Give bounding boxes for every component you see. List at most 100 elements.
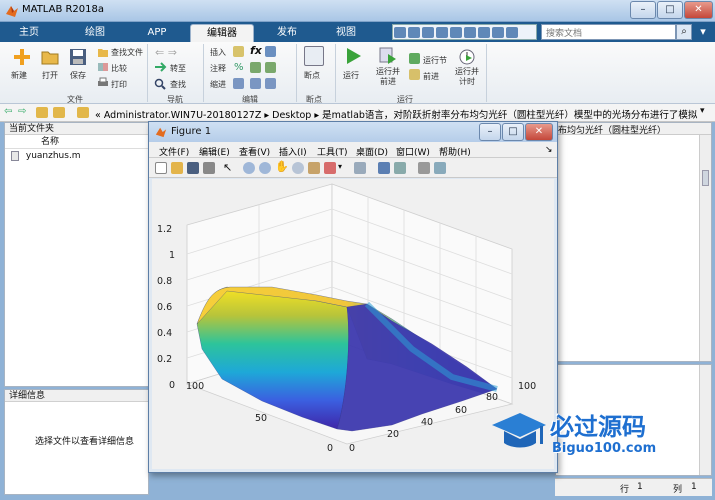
tab-apps[interactable]: APP	[132, 24, 182, 42]
breakpoints-icon[interactable]	[304, 46, 324, 66]
new-button[interactable]: 新建	[11, 70, 27, 81]
hide-plot-tools-icon[interactable]	[418, 162, 430, 174]
show-plot-tools-icon[interactable]	[434, 162, 446, 174]
name-column-header[interactable]: 名称	[5, 135, 148, 149]
back-forward-icon[interactable]: ⇐ ⇒	[155, 46, 177, 59]
run-button[interactable]: 运行	[343, 70, 359, 81]
list-item[interactable]: yuanzhus.m	[5, 149, 148, 163]
tab-home[interactable]: 主页	[4, 24, 54, 42]
help-icon[interactable]	[492, 27, 504, 38]
tab-publish[interactable]: 发布	[262, 24, 312, 42]
menu-view[interactable]: 查看(V)	[239, 145, 270, 158]
brush-dropdown-icon[interactable]: ▾	[338, 162, 342, 171]
indent-icon[interactable]	[250, 78, 261, 89]
zoom-out-icon[interactable]	[259, 162, 271, 174]
goto-button[interactable]: 转至	[170, 63, 186, 74]
open-button[interactable]: 打开	[42, 70, 58, 81]
forward-icon[interactable]: ⇨	[18, 106, 26, 117]
back-icon[interactable]: ⇦	[4, 106, 12, 117]
rotate-3d-icon[interactable]	[292, 162, 304, 174]
save-button[interactable]: 保存	[70, 70, 86, 81]
tab-plots[interactable]: 绘图	[70, 24, 120, 42]
path-dropdown-icon[interactable]: ▾	[700, 106, 705, 116]
comment-percent-icon[interactable]: %	[234, 62, 244, 73]
outdent-icon[interactable]	[265, 78, 276, 89]
insert-colorbar-icon[interactable]	[378, 162, 390, 174]
run-and-advance-icon[interactable]	[378, 46, 398, 66]
figure-maximize-button[interactable]: □	[502, 123, 524, 141]
browse-folder-icon[interactable]	[53, 107, 65, 118]
menu-desktop[interactable]: 桌面(D)	[356, 145, 388, 158]
undo-icon[interactable]	[450, 27, 462, 38]
run-section-button[interactable]: 运行节	[423, 55, 447, 66]
redo-icon[interactable]	[464, 27, 476, 38]
menu-window[interactable]: 窗口(W)	[396, 145, 430, 158]
brush-icon[interactable]	[324, 162, 336, 174]
save-disk-icon[interactable]	[68, 47, 88, 67]
scrollbar-thumb[interactable]	[702, 170, 709, 186]
figure-close-button[interactable]: ✕	[525, 123, 553, 141]
pan-icon[interactable]: ✋	[275, 160, 289, 173]
search-icon[interactable]: ⌕	[676, 24, 692, 40]
paste-icon[interactable]	[436, 27, 448, 38]
editor-scrollbar[interactable]	[699, 135, 711, 361]
run-icon[interactable]	[343, 46, 363, 66]
run-and-advance-button[interactable]: 运行并 前进	[376, 67, 400, 87]
advance-icon[interactable]	[409, 69, 420, 80]
link-plot-icon[interactable]	[354, 162, 366, 174]
menu-help[interactable]: 帮助(H)	[439, 145, 471, 158]
menu-file[interactable]: 文件(F)	[159, 145, 189, 158]
comment-button[interactable]: 注释	[210, 63, 226, 74]
copy-icon[interactable]	[422, 27, 434, 38]
run-section-icon[interactable]	[409, 53, 420, 64]
save-figure-icon[interactable]	[187, 162, 199, 174]
search-documentation-input[interactable]: 搜索文档	[541, 24, 676, 40]
edit-plot-icon[interactable]: ↖	[223, 161, 232, 174]
uncomment-icon[interactable]	[250, 62, 261, 73]
menu-edit[interactable]: 编辑(E)	[199, 145, 230, 158]
print-figure-icon[interactable]	[203, 162, 215, 174]
advance-button[interactable]: 前进	[423, 71, 439, 82]
breakpoints-button[interactable]: 断点	[304, 70, 320, 81]
menu-insert[interactable]: 插入(I)	[279, 145, 307, 158]
print-button[interactable]: 打印	[111, 79, 127, 90]
data-cursor-icon[interactable]	[308, 162, 320, 174]
tab-view[interactable]: 视图	[318, 24, 374, 42]
help-dropdown-icon[interactable]: ▾	[695, 24, 711, 40]
smart-indent-icon[interactable]	[233, 78, 244, 89]
fx-icon[interactable]: fx	[250, 44, 262, 57]
switch-windows-icon[interactable]	[478, 27, 490, 38]
zoom-in-icon[interactable]	[243, 162, 255, 174]
find-files-button[interactable]: 查找文件	[111, 47, 143, 58]
close-button[interactable]: ✕	[684, 1, 713, 19]
dropdown-icon[interactable]	[506, 27, 518, 38]
open-folder-icon[interactable]	[40, 47, 60, 67]
menu-tools[interactable]: 工具(T)	[317, 145, 348, 158]
run-and-time-icon[interactable]	[457, 46, 477, 66]
minimize-button[interactable]: –	[630, 1, 656, 19]
new-icon[interactable]	[12, 47, 32, 67]
indent-button[interactable]: 缩进	[210, 79, 226, 90]
insert-legend-icon[interactable]	[394, 162, 406, 174]
dock-arrow-icon[interactable]: ↘	[545, 145, 553, 155]
new-figure-icon[interactable]	[155, 162, 167, 174]
editor-panel: 布均匀光纤（圆柱型光纤）	[555, 122, 712, 362]
figure-minimize-button[interactable]: –	[479, 123, 501, 141]
quick-access-toolbar[interactable]	[392, 24, 537, 40]
tab-editor[interactable]: 编辑器	[190, 24, 254, 42]
insert-button[interactable]: 插入	[210, 47, 226, 58]
insert-section-icon[interactable]	[233, 46, 244, 57]
cut-icon[interactable]	[408, 27, 420, 38]
editor-tab[interactable]: 布均匀光纤（圆柱型光纤）	[556, 123, 711, 135]
wrap-comments-icon[interactable]	[265, 62, 276, 73]
run-and-time-button[interactable]: 运行并 计时	[455, 67, 479, 87]
up-folder-icon[interactable]	[36, 107, 48, 118]
maximize-button[interactable]: □	[657, 1, 683, 19]
compare-button[interactable]: 比较	[111, 63, 127, 74]
current-folder-path[interactable]: « Administrator.WIN7U-20180127Z ▸ Deskto…	[95, 107, 697, 121]
find-button[interactable]: 查找	[170, 79, 186, 90]
save-icon[interactable]	[394, 27, 406, 38]
open-file-icon[interactable]	[171, 162, 183, 174]
figure-title-bar[interactable]: Figure 1 – □ ✕	[149, 122, 557, 142]
insert-function-icon[interactable]	[265, 46, 276, 57]
